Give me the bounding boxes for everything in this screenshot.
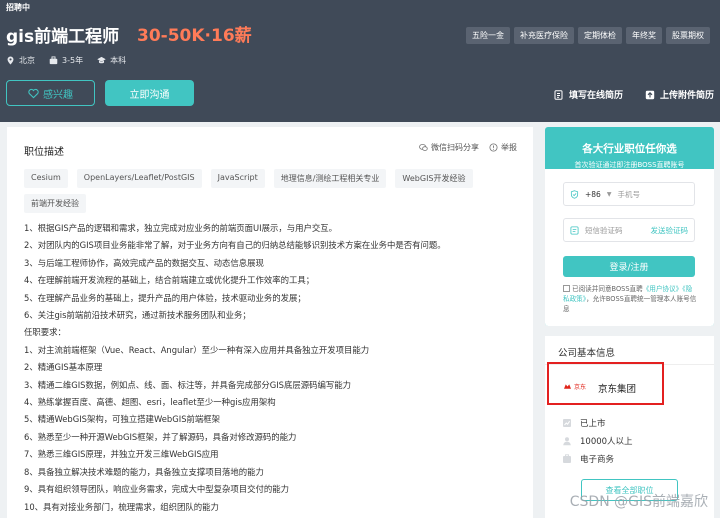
upload-resume-label: 上传附件简历 [659, 91, 714, 101]
annotation-highlight-box [547, 362, 664, 405]
online-resume-link[interactable]: 填写在线简历 [554, 88, 623, 101]
skill-tag: 地理信息/测绘工程相关专业 [273, 169, 387, 188]
job-description-list: 1、根据GIS产品的逻辑和需求，独立完成对应业务的前端页面UI展示，与用户交互。… [24, 220, 524, 516]
description-line: 2、精通GIS基本原理 [24, 362, 103, 373]
description-line: 4、熟练掌握百度、高德、超图、esri，leaflet至少一种gis应用架构 [24, 397, 276, 408]
briefcase-icon [49, 56, 58, 65]
graduation-cap-icon [97, 56, 106, 64]
watermark: CSDN @GIS前端嘉欣 [569, 494, 708, 510]
skill-tag: OpenLayers/Leaflet/PostGIS [76, 169, 202, 188]
country-code-select[interactable]: +86 [585, 190, 601, 199]
company-info-list: 已上市 10000人以上 电子商务 [562, 414, 633, 468]
agreement-text: 已阅读并同意BOSS直聘《用户协议》《隐私政策》，允许BOSS直聘统一管理本人账… [563, 284, 698, 314]
sms-code-field[interactable]: 短信验证码 发送验证码 [563, 218, 695, 242]
benefit-tags: 五险一金 补充医疗保险 定期体检 年终奖 股票期权 [466, 27, 710, 44]
login-form: +86 ▼ 手机号 短信验证码 发送验证码 登录/注册 已阅读并同意BOSS直聘… [545, 169, 714, 326]
user-agreement-link[interactable]: 《用户协议》 [643, 285, 683, 293]
upload-resume-link[interactable]: 上传附件简历 [645, 88, 714, 101]
description-line: 6、熟悉至少一种开源WebGIS框架，并了解源码，具备对修改源码的能力 [24, 431, 297, 442]
send-code-button[interactable]: 发送验证码 [651, 225, 689, 236]
industry-icon [563, 454, 571, 463]
experience-meta: 3-5年 [49, 55, 83, 66]
login-card: 各大行业职位任你选 首次验证通过即注册BOSS直聘账号 +86 ▼ 手机号 短信… [545, 127, 714, 326]
recruiting-status: 招聘中 [6, 3, 30, 12]
shield-check-icon [570, 189, 579, 199]
experience: 3-5年 [62, 56, 84, 65]
interest-label: 感兴趣 [43, 89, 73, 101]
industry-row: 电子商务 [562, 450, 633, 468]
skill-tag: WebGIS开发经验 [395, 169, 473, 188]
salary: 30-50K·16薪 [137, 26, 252, 46]
upload-icon [645, 90, 655, 99]
login-headline: 各大行业职位任你选 [582, 143, 677, 155]
city: 北京 [19, 56, 35, 65]
chevron-down-icon: ▼ [606, 190, 612, 198]
login-register-button[interactable]: 登录/注册 [563, 256, 695, 277]
job-header-banner: 招聘中 gis前端工程师 30-50K·16薪 北京 3-5年 本科 五险一金 … [0, 0, 720, 122]
company-section-title: 公司基本信息 [558, 348, 616, 359]
share-actions: 微信扫码分享 举报 [419, 142, 517, 153]
listing-status: 已上市 [580, 419, 606, 429]
benefit-tag: 五险一金 [466, 27, 510, 44]
job-title: gis前端工程师 [6, 27, 120, 47]
description-line: 5、精通WebGIS架构，可独立搭建WebGIS前端框架 [24, 414, 221, 425]
listing-status-row: 已上市 [562, 414, 633, 432]
description-line: 8、具备独立解决技术难题的能力，具备独立支撑项目落地的能力 [24, 466, 264, 477]
stock-listing-icon [563, 419, 571, 427]
interest-button[interactable]: 感兴趣 [6, 80, 95, 106]
people-icon [563, 437, 571, 446]
edit-document-icon [554, 89, 563, 100]
report-link[interactable]: 举报 [489, 142, 517, 153]
wechat-icon [419, 143, 428, 151]
description-line: 7、熟悉三维GIS原理，并独立开发三维WebGIS应用 [24, 449, 219, 460]
benefit-tag: 补充医疗保险 [514, 27, 574, 44]
report-label: 举报 [501, 143, 517, 152]
skill-tag: JavaScript [210, 169, 265, 188]
description-line: 5、在理解产品业务的基础上，提升产品的用户体验，技术驱动业务的发展； [24, 292, 306, 303]
online-resume-label: 填写在线简历 [568, 91, 623, 101]
chat-now-button[interactable]: 立即沟通 [105, 80, 194, 106]
description-line: 1、根据GIS产品的逻辑和需求，独立完成对应业务的前端页面UI展示，与用户交互。 [24, 223, 337, 233]
share-label: 微信扫码分享 [431, 143, 479, 152]
benefit-tag: 定期体检 [578, 27, 622, 44]
phone-input[interactable]: 手机号 [617, 189, 640, 200]
description-line: 3、精通二维GIS数据，例如点、线、面、标注等，并具备完成部分GIS底层源码编写… [24, 379, 352, 390]
skill-tag: 前端开发经验 [24, 194, 86, 213]
city-meta: 北京 [6, 55, 35, 66]
description-line: 3、与后端工程师协作，高效完成产品的数据交互、动态信息展现 [24, 257, 264, 268]
education: 本科 [110, 56, 127, 65]
description-line: 6、关注gis前端前沿技术研究，通过新技术服务团队和业务； [24, 310, 251, 321]
sms-code-input[interactable]: 短信验证码 [585, 225, 623, 236]
description-line: 9、具有组织领导团队，响应业务需求，完成大中型复杂项目交付的能力 [24, 484, 289, 495]
job-meta: 北京 3-5年 本科 [6, 55, 126, 66]
description-line: 1、对主流前端框架（Vue、React、Angular）至少一种有深入应用并具备… [24, 344, 370, 355]
sms-code-icon [570, 225, 579, 235]
location-icon [7, 56, 14, 65]
description-line: 任职要求： [24, 327, 66, 338]
phone-field[interactable]: +86 ▼ 手机号 [563, 182, 695, 206]
company-size-row: 10000人以上 [562, 432, 633, 450]
wechat-share-link[interactable]: 微信扫码分享 [419, 142, 479, 153]
resume-links: 填写在线简历 上传附件简历 [554, 88, 714, 101]
benefit-tag: 年终奖 [626, 27, 662, 44]
education-meta: 本科 [97, 55, 126, 66]
skill-tag: Cesium [24, 169, 68, 188]
section-title: 职位描述 [24, 147, 64, 158]
benefit-tag: 股票期权 [666, 27, 710, 44]
description-line: 4、在理解前端开发流程的基础上，结合前端建立或优化提升工作效率的工具； [24, 275, 315, 286]
heart-icon [28, 88, 39, 98]
agreement-checkbox[interactable] [563, 285, 570, 292]
industry: 电子商务 [580, 455, 615, 465]
company-size: 10000人以上 [580, 437, 633, 447]
description-line: 10、具有对接业务部门，梳理需求，组织团队的能力 [24, 501, 219, 512]
agreement-prefix: 已阅读并同意BOSS直聘 [572, 285, 643, 293]
alert-icon [489, 143, 498, 152]
description-line: 2、对团队内的GIS项目业务能非常了解，对于业务方向有自己的归纳总结能够识别技术… [24, 240, 446, 251]
job-description-card: 职位描述 微信扫码分享 举报 Cesium OpenLayers/Leaflet… [7, 127, 533, 518]
skill-tags: Cesium OpenLayers/Leaflet/PostGIS JavaSc… [24, 169, 524, 213]
